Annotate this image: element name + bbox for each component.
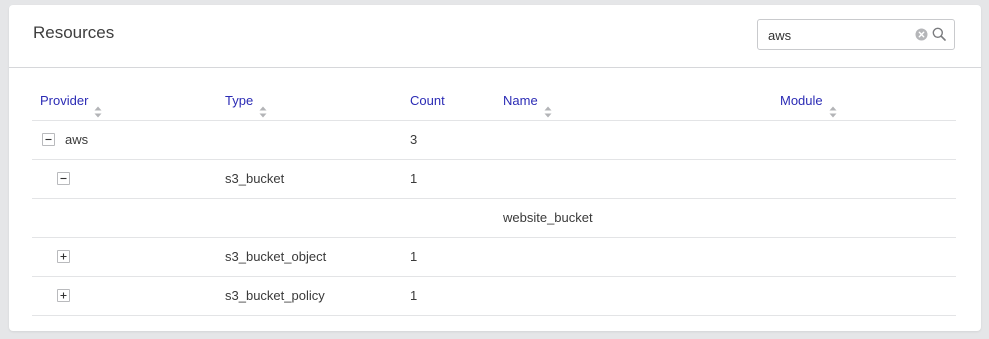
table-row: s3_bucket_object 1 [32,238,956,277]
collapse-icon[interactable] [42,133,55,146]
table-row: aws 3 [32,121,956,160]
column-header-label: Module [780,93,823,108]
search-input[interactable] [768,25,908,45]
expand-icon[interactable] [57,250,70,263]
table-row: s3_bucket 1 [32,160,956,199]
table-row: website_bucket [32,199,956,238]
column-header-label: Provider [40,93,89,108]
table-row: s3_bucket_policy 1 [32,277,956,316]
clear-search-icon[interactable] [915,28,928,41]
panel-header: Resources [9,5,981,68]
cell-count: 1 [410,171,418,186]
sort-icon[interactable] [544,95,552,118]
search-box [757,19,955,50]
resources-panel: Resources Provider Type [9,5,981,331]
column-header-count: Count [410,82,445,120]
expand-icon[interactable] [57,289,70,302]
column-header-module[interactable]: Module [780,82,837,120]
collapse-icon[interactable] [57,172,70,185]
column-header-label: Name [503,93,538,108]
table-header-row: Provider Type Count Name Module [32,82,956,121]
cell-type: s3_bucket [225,171,285,186]
column-header-type[interactable]: Type [225,82,267,120]
cell-name: website_bucket [503,210,593,225]
cell-type: s3_bucket_policy [225,288,325,303]
sort-icon[interactable] [259,95,267,118]
page-title: Resources [33,23,115,42]
cell-provider: aws [65,132,89,147]
cell-count: 1 [410,288,418,303]
column-header-provider[interactable]: Provider [40,82,102,120]
column-header-label: Count [410,93,445,108]
column-header-name[interactable]: Name [503,82,552,120]
column-header-label: Type [225,93,254,108]
cell-count: 1 [410,249,418,264]
search-icon[interactable] [932,27,946,41]
cell-type: s3_bucket_object [225,249,327,264]
sort-icon[interactable] [829,95,837,118]
cell-count: 3 [410,132,418,147]
sort-icon[interactable] [94,95,102,118]
resources-table: Provider Type Count Name Module aws 3 s3… [32,82,956,316]
